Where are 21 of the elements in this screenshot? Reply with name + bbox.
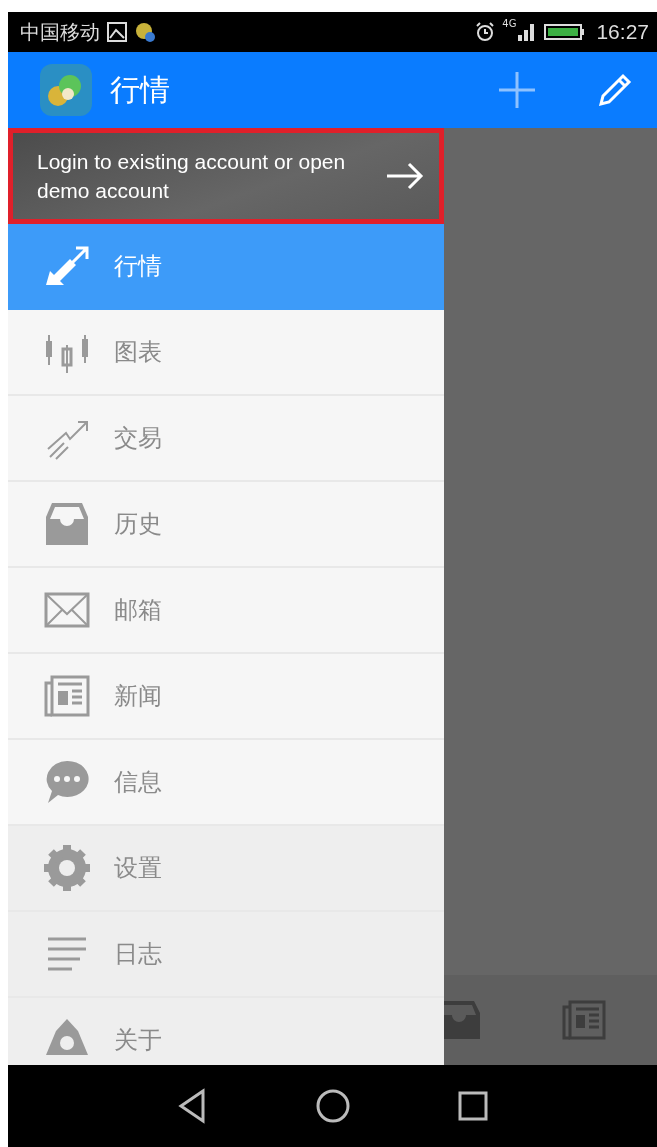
battery-icon <box>544 21 587 43</box>
drawer-menu-item[interactable]: 图表 <box>8 310 444 396</box>
screen-title: 行情 <box>110 70 170 109</box>
clock-time: 16:27 <box>596 20 649 44</box>
drawer-menu-item[interactable]: 设置 <box>8 826 444 912</box>
drawer-menu-item[interactable]: 信息 <box>8 740 444 826</box>
drawer-menu-item[interactable]: 日志 <box>8 912 444 998</box>
image-icon <box>106 21 128 43</box>
drawer-menu-item[interactable]: 交易 <box>8 396 444 482</box>
drawer-menu-item[interactable]: 历史 <box>8 482 444 568</box>
drawer-menu-item[interactable]: 行情 <box>8 224 444 310</box>
drawer-menu-item[interactable]: 新闻 <box>8 654 444 740</box>
login-banner[interactable]: Login to existing account or open demo account <box>8 128 444 224</box>
settings-icon <box>42 843 92 893</box>
carrier-name: 中国移动 <box>20 18 100 46</box>
drawer-menu-item[interactable]: 邮箱 <box>8 568 444 654</box>
arrow-right-icon <box>385 161 425 191</box>
network-type: 4G <box>502 18 517 29</box>
app-notification-icon <box>134 21 156 43</box>
login-text: Login to existing account or open demo account <box>37 149 347 204</box>
drawer-menu-item[interactable]: 关于 <box>8 998 444 1065</box>
